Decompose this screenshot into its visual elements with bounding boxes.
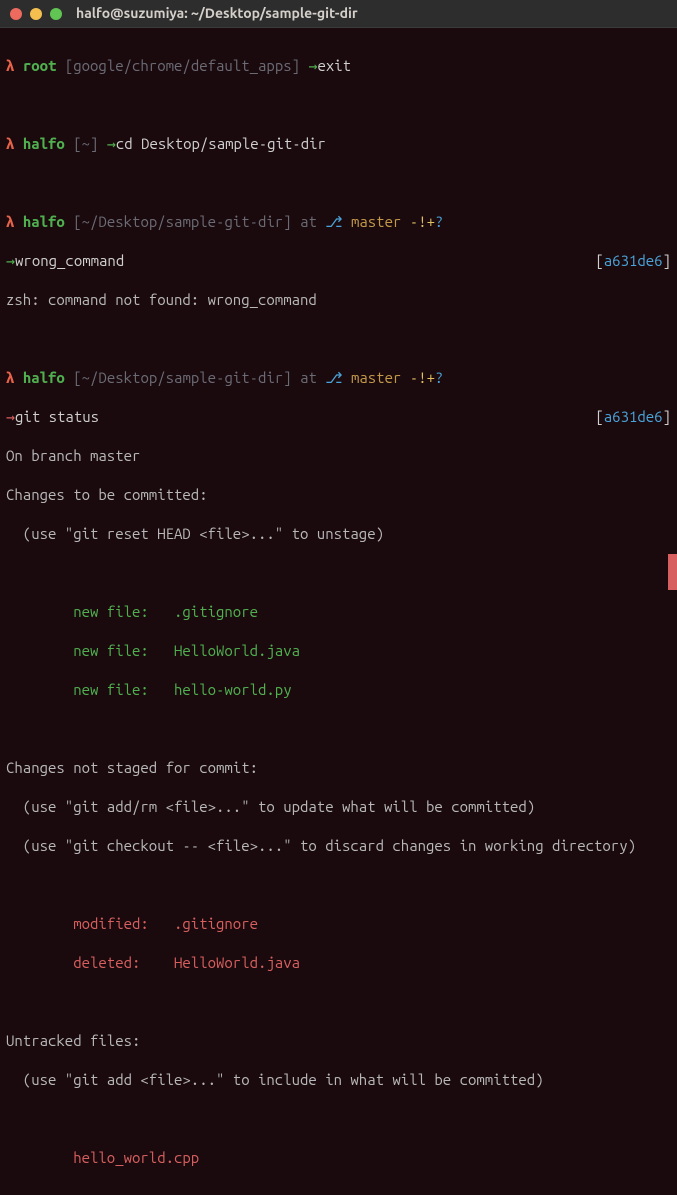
git-hash-badge: [a631de6] [595,407,671,427]
lambda-glyph: λ [6,369,14,386]
output-line: On branch master [6,446,671,466]
lambda-glyph: λ [6,213,14,230]
maximize-icon[interactable] [50,8,62,20]
git-flags-tracked: -!+ [410,369,435,386]
user: halfo [23,135,65,152]
prompt-line: λ halfo [~] →cd Desktop/sample-git-dir [6,134,671,154]
git-branch-icon: ⎇ [325,213,342,230]
git-branch: master [351,213,401,230]
new-file-line: new file: hello-world.py [6,680,671,700]
modified-line: deleted: HelloWorld.java [6,953,671,973]
output-line: (use "git add <file>..." to include in w… [6,1070,671,1090]
blank-line [6,563,671,583]
scrollbar-thumb[interactable] [668,554,677,590]
path: ~ [82,135,90,152]
bracket: [ [73,135,81,152]
arrow-icon: → [107,135,116,152]
command-line: [a631de6] →git status [6,407,671,427]
git-branch-icon: ⎇ [325,369,342,386]
bracket: [ [73,213,81,230]
command: wrong_command [15,252,124,269]
output-line: Changes to be committed: [6,485,671,505]
blank-line [6,719,671,739]
command: cd Desktop/sample-git-dir [116,135,326,152]
command: git status [15,408,99,425]
new-file-line: new file: HelloWorld.java [6,641,671,661]
modified-line: modified: .gitignore [6,914,671,934]
at-text: at [300,369,317,386]
bracket: ] [663,252,671,269]
git-flags-untracked: ? [435,213,443,230]
prompt-line: λ halfo [~/Desktop/sample-git-dir] at ⎇ … [6,368,671,388]
output-line: Untracked files: [6,1031,671,1051]
bracket: ] [283,369,291,386]
user: root [23,57,57,74]
output-line: Changes not staged for commit: [6,758,671,778]
new-file-line: new file: .gitignore [6,602,671,622]
blank-line [6,1109,671,1129]
close-icon[interactable] [10,8,22,20]
bracket: ] [663,408,671,425]
output-line: (use "git reset HEAD <file>..." to unsta… [6,524,671,544]
command-line: [a631de6] →wrong_command [6,251,671,271]
bracket: ] [283,213,291,230]
terminal-body[interactable]: λ root [google/chrome/default_apps] →exi… [0,28,677,1195]
git-hash-badge: [a631de6] [595,251,671,271]
bracket: [ [65,57,73,74]
user: halfo [23,369,65,386]
blank-line [6,992,671,1012]
blank-line [6,329,671,349]
lambda-glyph: λ [6,135,14,152]
git-flags-tracked: -!+ [410,213,435,230]
untracked-line: hello_world.cpp [6,1148,671,1168]
prompt-line: λ root [google/chrome/default_apps] →exi… [6,56,671,76]
user: halfo [23,213,65,230]
arrow-icon: → [6,252,15,269]
minimize-icon[interactable] [30,8,42,20]
at-text: at [300,213,317,230]
bracket: ] [90,135,98,152]
path: ~/Desktop/sample-git-dir [82,213,284,230]
bracket: [ [595,408,603,425]
output-line: (use "git add/rm <file>..." to update wh… [6,797,671,817]
git-hash: a631de6 [604,252,663,269]
window-titlebar: halfo@suzumiya: ~/Desktop/sample-git-dir [0,0,677,28]
path: google/chrome/default_apps [73,57,291,74]
git-hash: a631de6 [604,408,663,425]
git-branch: master [351,369,401,386]
window-controls [10,8,62,20]
prompt-line: λ halfo [~/Desktop/sample-git-dir] at ⎇ … [6,212,671,232]
output-line: (use "git checkout -- <file>..." to disc… [6,836,671,856]
blank-line [6,875,671,895]
lambda-glyph: λ [6,57,14,74]
path: ~/Desktop/sample-git-dir [82,369,284,386]
blank-line [6,95,671,115]
bracket: [ [595,252,603,269]
output-line: zsh: command not found: wrong_command [6,290,671,310]
window-title: halfo@suzumiya: ~/Desktop/sample-git-dir [76,4,358,22]
git-flags-untracked: ? [435,369,443,386]
bracket: [ [73,369,81,386]
arrow-error-icon: → [6,408,15,425]
command: exit [317,57,351,74]
blank-line [6,173,671,193]
bracket: ] [292,57,300,74]
